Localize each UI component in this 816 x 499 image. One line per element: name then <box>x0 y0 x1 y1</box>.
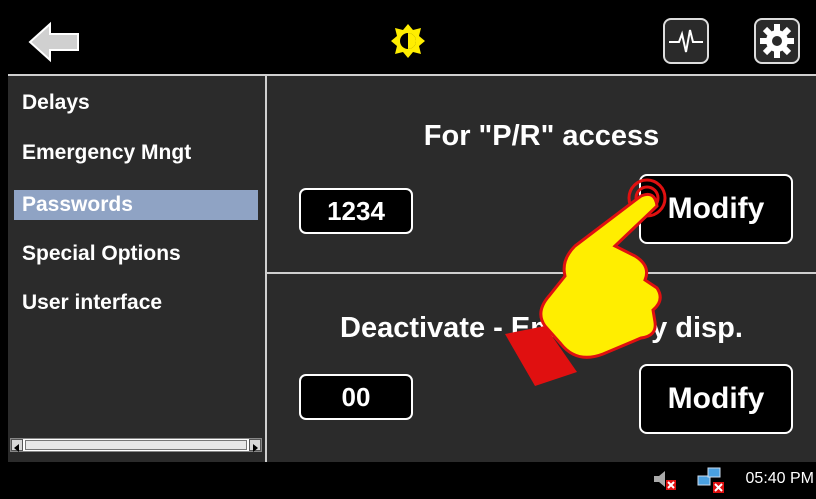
sidebar-item-user-interface[interactable]: User interface <box>14 288 162 318</box>
volume-muted-icon <box>654 471 676 490</box>
pr-access-title: For "P/R" access <box>423 120 660 152</box>
signal-monitor-button[interactable] <box>663 18 709 64</box>
settings-button[interactable] <box>754 18 800 64</box>
pointing-hand-cursor-icon <box>505 178 667 386</box>
sidebar-item-passwords[interactable]: Passwords <box>14 190 258 220</box>
back-arrow-icon <box>28 21 79 63</box>
sidebar-item-delays[interactable]: Delays <box>14 88 90 118</box>
scrollbar-thumb[interactable] <box>25 440 247 450</box>
brightness-button[interactable] <box>391 24 425 58</box>
settings-gear-icon <box>760 24 794 58</box>
back-button[interactable] <box>26 20 82 64</box>
network-disconnected-icon <box>697 467 724 493</box>
settings-menu: Delays Emergency Mngt Passwords Special … <box>8 76 267 462</box>
volume-muted-tray[interactable] <box>652 468 678 492</box>
pr-access-password-value: 1234 <box>299 188 413 234</box>
top-bar <box>8 8 816 76</box>
brightness-icon <box>391 24 425 58</box>
system-taskbar: 05:40 PM <box>0 462 816 497</box>
taskbar-clock: 05:40 PM <box>745 470 814 487</box>
network-tray[interactable] <box>696 466 726 494</box>
signal-monitor-icon <box>669 29 703 53</box>
scroll-right-button[interactable] <box>249 439 261 452</box>
sidebar-item-special-options[interactable]: Special Options <box>14 239 181 269</box>
sidebar-item-emergency-mngt[interactable]: Emergency Mngt <box>14 138 191 168</box>
scroll-right-icon <box>253 444 258 452</box>
scroll-left-icon <box>14 444 19 452</box>
deactivate-emergency-value: 00 <box>299 374 413 420</box>
scroll-left-button[interactable] <box>11 439 23 452</box>
horizontal-scrollbar[interactable] <box>10 438 262 452</box>
